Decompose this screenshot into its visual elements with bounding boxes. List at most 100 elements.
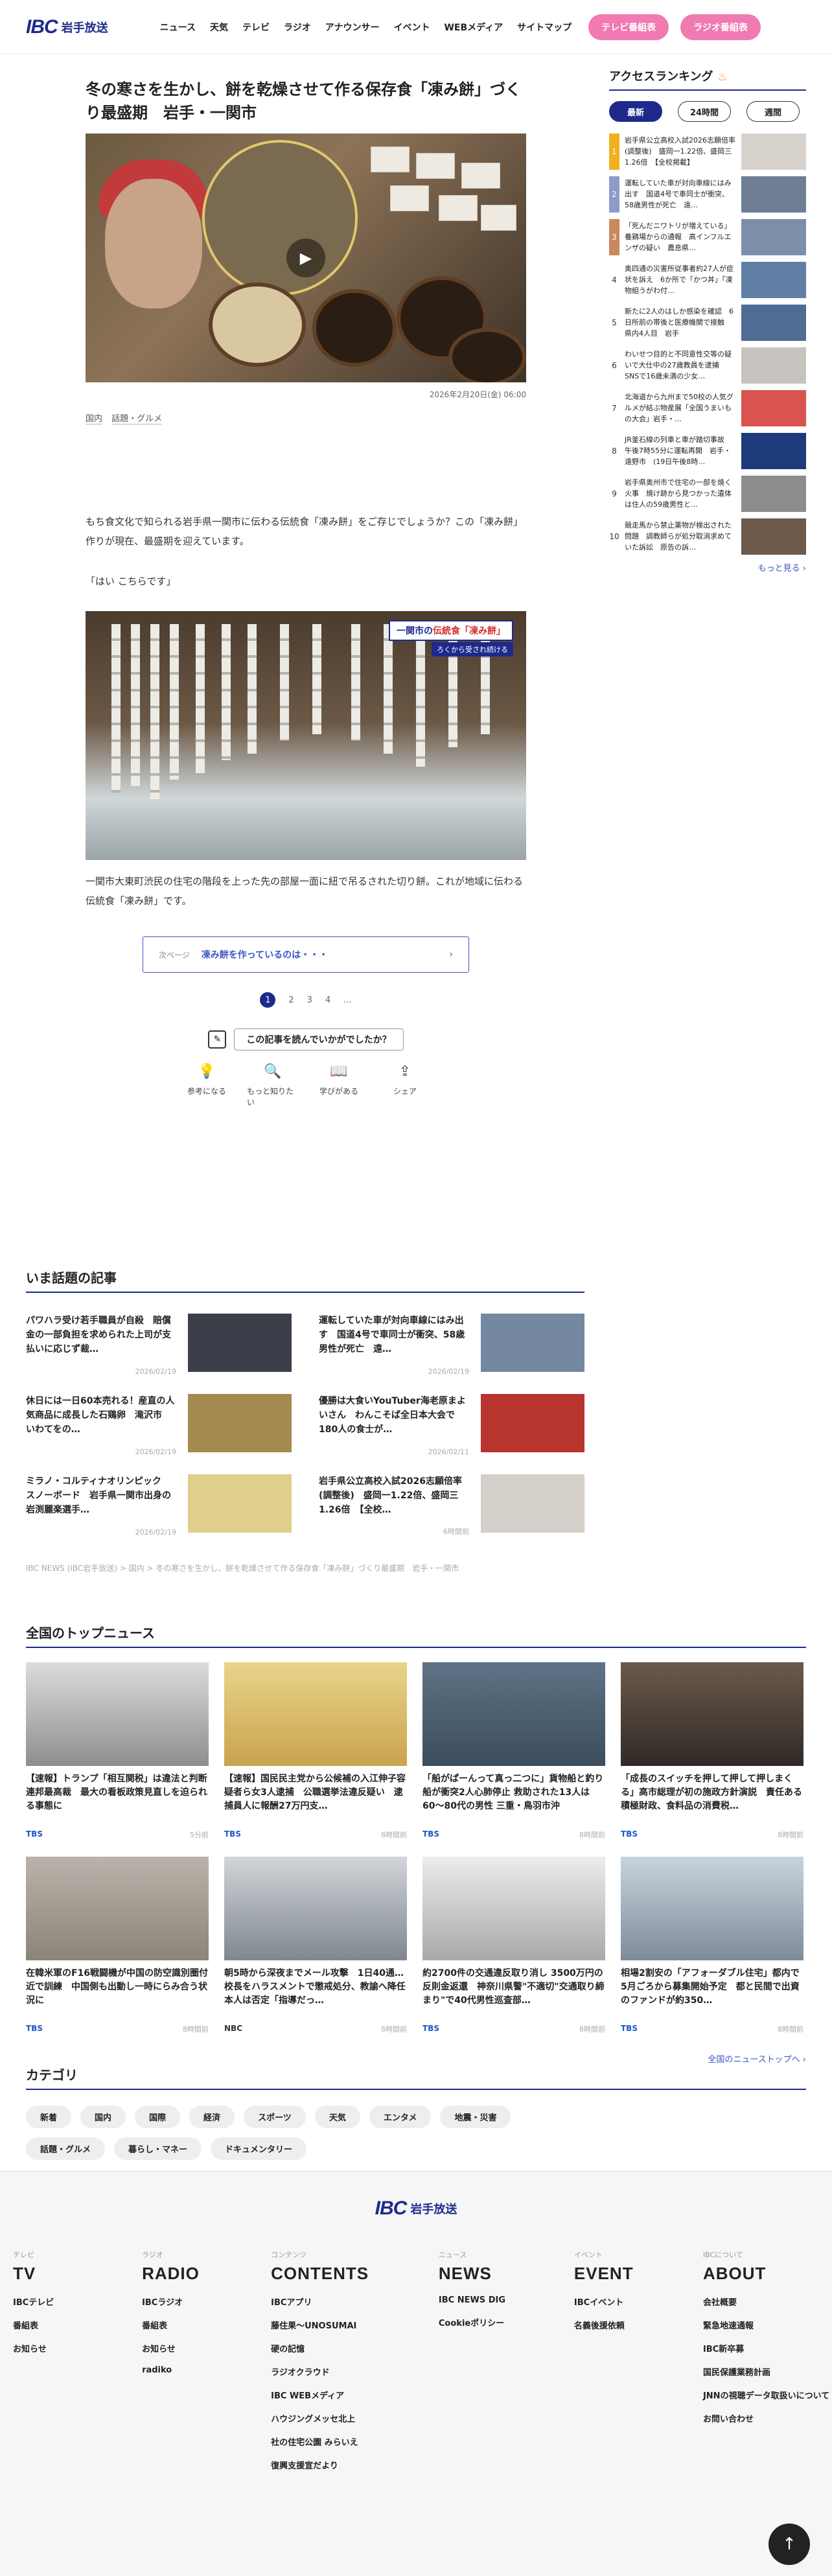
radio-schedule-button[interactable]: ラジオ番組表 (680, 14, 761, 40)
category-chip[interactable]: 暮らし・マネー (114, 2137, 202, 2160)
ranking-item[interactable]: 1 岩手県公立高校入試2026志願倍率(調整後) 盛岡一1.22倍、盛岡三1.26… (609, 133, 806, 170)
reaction-helpful-button[interactable]: 💡 参考になる (181, 1063, 233, 1108)
ranking-item[interactable]: 3 「死んだニワトリが増えている」養鶏場からの通報 高インフルエンザの疑い 農息県… (609, 219, 806, 255)
category-chip[interactable]: ドキュメンタリー (211, 2137, 307, 2160)
site-logo[interactable]: IBC 岩手放送 (26, 13, 108, 41)
footer-link[interactable]: Cookieポリシー (439, 2316, 574, 2328)
footer-link[interactable]: 国民保護業務計画 (703, 2365, 832, 2378)
ranking-item[interactable]: 7 北海道から九州まで50校の人気グルメが結ぶ物産展「全国うまいもの大会」岩手・… (609, 390, 806, 426)
article-video[interactable]: ▶ (86, 133, 526, 382)
trending-item[interactable]: パワハラ受け若手職員が自殺 賠償金の一部負担を求められた上司が支払いに応じず裁…… (26, 1314, 292, 1376)
nav-announcer[interactable]: アナウンサー (325, 21, 380, 34)
category-chip[interactable]: スポーツ (244, 2106, 306, 2128)
play-icon[interactable]: ▶ (286, 238, 325, 277)
footer-link[interactable]: 会社概要 (703, 2295, 832, 2308)
tag-link[interactable]: 話題・グルメ (111, 414, 163, 424)
rank-title: 競走馬から禁止薬物が検出された問題 調教師らが処分取消求めていた訴訟 原告の訴… (625, 521, 732, 551)
footer-link[interactable]: お知らせ (142, 2342, 271, 2354)
news-card[interactable]: 【速報】国民民主党から公候補の入江伸子容疑者ら女3人逮捕 公職選挙法違反疑い 逮… (224, 1662, 407, 1844)
category-chip[interactable]: 地震・災害 (440, 2106, 511, 2128)
page-4[interactable]: 4 (325, 995, 330, 1005)
footer-link[interactable]: 番組表 (142, 2319, 271, 2331)
footer-col-caption: コンテンツ (271, 2251, 307, 2259)
reaction-more-button[interactable]: 🔍 もっと知りたい (247, 1063, 299, 1108)
footer-link[interactable]: IBCアプリ (271, 2295, 439, 2308)
photo-element (312, 289, 397, 367)
nav-news[interactable]: ニュース (160, 21, 196, 34)
trending-item[interactable]: 運転していた車が対向車線にはみ出す 国道4号で車同士が衝突、58歳男性が死亡 遠… (319, 1314, 584, 1376)
footer-link[interactable]: IBC新卒募 (703, 2342, 832, 2354)
back-to-top-button[interactable]: ↑ (768, 2524, 810, 2565)
footer-logo[interactable]: IBC 岩手放送 (364, 2198, 468, 2220)
ranking-item[interactable]: 2 運転していた車が対向車線にはみ出す 国道4号で車同士が衝突、58歳男性が死亡 … (609, 176, 806, 213)
tv-schedule-button[interactable]: テレビ番組表 (588, 14, 669, 40)
footer-link[interactable]: 復興支援宣だより (271, 2459, 439, 2471)
news-card[interactable]: 在韓米軍のF16戦闘機が中国の防空識別圏付近で訓練 中国側も出動し一時にらみ合う… (26, 1857, 209, 2038)
news-card[interactable]: 「成長のスイッチを押して押して押しまくる」高市総理が初の施政方針演説 責任ある積… (621, 1662, 803, 1844)
page-1[interactable]: 1 (260, 992, 276, 1008)
footer-link[interactable]: お知らせ (13, 2342, 142, 2354)
trending-item[interactable]: ミラノ・コルティナオリンピック スノーボード 岩手県一関市出身の岩渕麗楽選手… 2… (26, 1474, 292, 1537)
trending-section: いま話題の記事 パワハラ受け若手職員が自殺 賠償金の一部負担を求められた上司が支… (26, 1268, 806, 1573)
nav-event[interactable]: イベント (393, 21, 430, 34)
ranking-item[interactable]: 8 JR釜石線の列車と車が踏切事故 午後7時55分に運転再開 岩手・遠野市 (19… (609, 433, 806, 469)
ranking-item[interactable]: 5 新たに2人のはしか感染を確認 6日所前の帯後と医療機関で接触 県内4人目 岩手 (609, 305, 806, 341)
footer-link[interactable]: IBC WEBメディア (271, 2389, 439, 2401)
category-chip[interactable]: 話題・グルメ (26, 2137, 106, 2160)
news-card[interactable]: 朝5時から深夜までメール攻撃 1日40通…校長をハラスメントで懲戒処分、教諭へ降… (224, 1857, 407, 2038)
breadcrumb[interactable]: IBC NEWS (IBC岩手放送) > 国内 > 冬の寒さを生かし、餅を乾燥さ… (26, 1562, 806, 1573)
trending-item[interactable]: 優勝は大食いYouTuber海老原まよいさん わんこそば全日本大会で180人の食… (319, 1394, 584, 1456)
tab-weekly[interactable]: 週間 (746, 101, 800, 122)
footer-link[interactable]: IBCラジオ (142, 2295, 271, 2308)
reaction-learn-button[interactable]: 📖 学びがある (313, 1063, 365, 1108)
category-chip[interactable]: 経済 (189, 2106, 235, 2128)
ranking-more-link[interactable]: もっと見る › (609, 561, 806, 574)
news-card[interactable]: 【速報】トランプ「相互関税」は違法と判断 連邦最高裁 最大の看板政策見直しを迫ら… (26, 1662, 209, 1844)
category-chip[interactable]: 国際 (135, 2106, 181, 2128)
footer-link[interactable]: 社の住宅公園 みらいえ (271, 2435, 439, 2448)
trending-item[interactable]: 休日には一日60本売れる！産直の人気商品に成長した石鶏卵 滝沢市 いわてをの… 2… (26, 1394, 292, 1456)
page-3[interactable]: 3 (307, 995, 312, 1005)
page-2[interactable]: 2 (288, 995, 294, 1005)
footer-link[interactable]: 藤住果〜UNOSUMAI (271, 2319, 439, 2331)
trending-item[interactable]: 岩手県公立高校入試2026志願倍率(調整後) 盛岡一1.22倍、盛岡三1.26倍… (319, 1474, 584, 1537)
footer-link[interactable]: 番組表 (13, 2319, 142, 2331)
footer-link[interactable]: 緊急地速通報 (703, 2319, 832, 2331)
next-page-link[interactable]: 次ページ 凍み餅を作っているのは・・・ › (143, 936, 469, 973)
footer-col-caption: テレビ (13, 2251, 34, 2259)
category-chip[interactable]: 天気 (314, 2106, 360, 2128)
footer-link[interactable]: お問い合わせ (703, 2412, 832, 2424)
footer-columns: テレビ TV IBCテレビ 番組表 お知らせ ラジオ RADIO IBCラジオ 番組表… (0, 2249, 832, 2482)
ranking-item[interactable]: 10 競走馬から禁止薬物が検出された問題 調教師らが処分取消求めていた訴訟 原告の… (609, 518, 806, 555)
news-card[interactable]: 約2700件の交通違反取り消し 3500万円の反則金返還 神奈川県警"不適切"交… (422, 1857, 605, 2038)
nav-web-media[interactable]: WEBメディア (444, 21, 503, 34)
category-chip[interactable]: 国内 (80, 2106, 126, 2128)
tab-24h[interactable]: 24時間 (678, 101, 731, 122)
news-card[interactable]: 「船がぱーんって真っ二つに」貨物船と釣り船が衝突2人心肺停止 救助された13人は… (422, 1662, 605, 1844)
tag-link[interactable]: 国内 (86, 414, 103, 424)
news-card[interactable]: 相場2割安の「アフォーダブル住宅」都内で5月ごろから募集開始予定 都と民間で出資… (621, 1857, 803, 2038)
footer-link[interactable]: IBCイベント (574, 2295, 703, 2308)
all-news-link[interactable]: 全国のニューストップへ › (26, 2052, 806, 2065)
footer-link[interactable]: IBC NEWS DIG (439, 2295, 574, 2305)
footer-link[interactable]: 名義後援依頼 (574, 2319, 703, 2331)
footer-link[interactable]: JNNの視聴データ取扱いについて (703, 2389, 832, 2401)
footer-link[interactable]: IBCテレビ (13, 2295, 142, 2308)
tab-latest[interactable]: 最新 (609, 101, 662, 122)
nav-tv[interactable]: テレビ (242, 21, 270, 34)
footer-link[interactable]: radiko (142, 2365, 271, 2375)
ranking-item[interactable]: 4 奥四通の災害所従事者約27人が症状を訴え 6か所で「かつ丼」「凍物組うがわ付… (609, 262, 806, 298)
footer-link[interactable]: 硬の記憶 (271, 2342, 439, 2354)
ranking-item[interactable]: 6 わいせつ目的と不同意性交等の疑いで大仕中の27歳教員を逮捕 SNSで16歳未満… (609, 347, 806, 384)
nav-sitemap[interactable]: サイトマップ (517, 21, 572, 34)
footer-link[interactable]: ラジオクラウド (271, 2365, 439, 2378)
nav-weather[interactable]: 天気 (210, 21, 228, 34)
footer-link[interactable]: ハウジングメッセ北上 (271, 2412, 439, 2424)
ranking-item[interactable]: 9 岩手県奥州市で住宅の一部を焼く火事 焼け跡から見つかった遺体は住人の59歳男性… (609, 476, 806, 512)
category-chip[interactable]: 新着 (26, 2106, 72, 2128)
news-time: 5分前 (190, 1831, 209, 1839)
share-button[interactable]: ⇪ シェア (379, 1063, 431, 1108)
category-chip[interactable]: エンタメ (369, 2106, 432, 2128)
news-meta: TBS 8時間前 (26, 2024, 209, 2034)
nav-radio[interactable]: ラジオ (284, 21, 311, 34)
